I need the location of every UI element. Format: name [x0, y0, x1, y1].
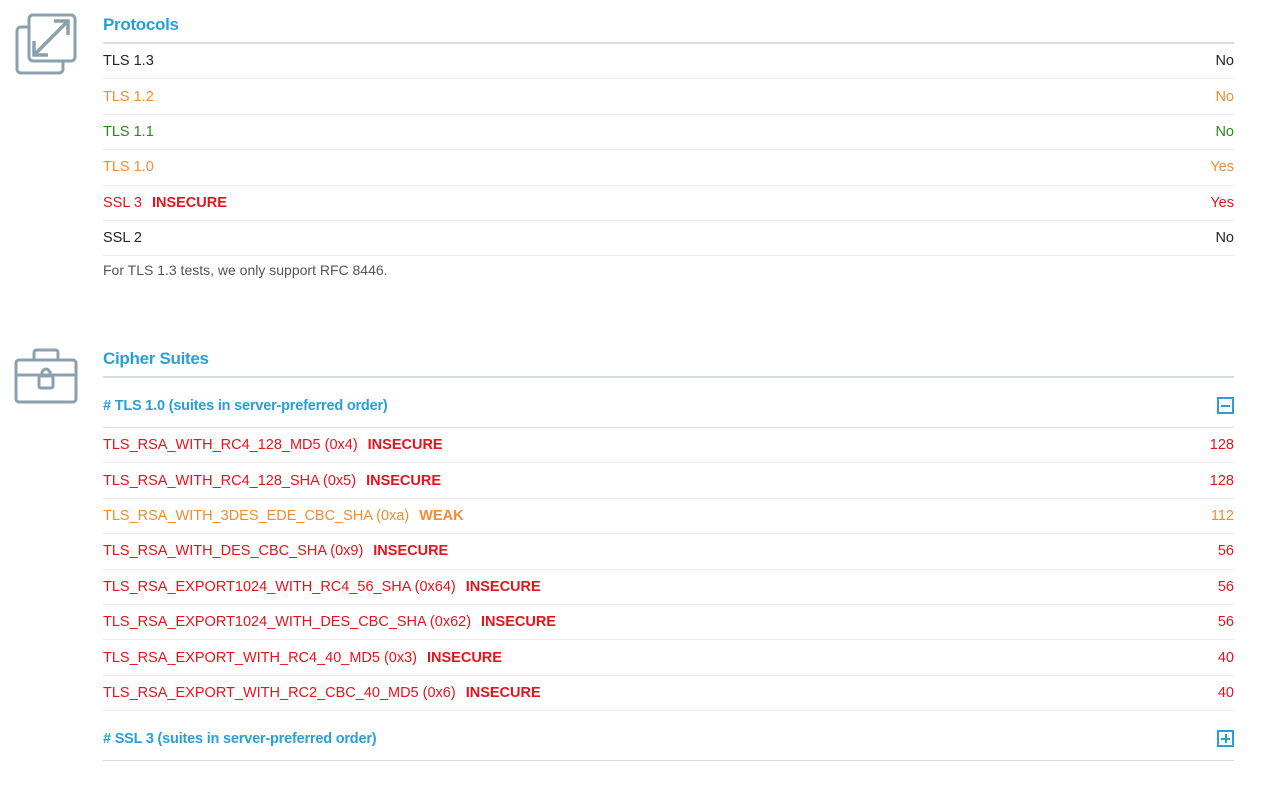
insecure-badge: INSECURE — [366, 472, 441, 489]
protocol-support-value: Yes — [1210, 159, 1234, 176]
protocols-table: TLS 1.3 No TLS 1.2 No TLS 1.1 No TLS 1.0 Yes SSL… — [103, 44, 1234, 257]
protocol-support-value: No — [1215, 53, 1234, 70]
insecure-badge: INSECURE — [151, 194, 227, 211]
protocol-support-value: No — [1215, 230, 1234, 247]
protocols-title: Protocols — [103, 13, 1234, 44]
cipher-suite-name: TLS_RSA_WITH_RC4_128_SHA (0x5) — [103, 472, 357, 489]
cipher-suite-name: TLS_RSA_WITH_RC4_128_MD5 (0x4) — [103, 437, 358, 454]
cipher-suite-name-cell: TLS_RSA_EXPORT1024_WITH_RC4_56_SHA (0x64… — [103, 579, 541, 595]
cipher-suite-name: TLS_RSA_EXPORT1024_WITH_DES_CBC_SHA (0x6… — [103, 614, 472, 631]
protocol-name-cell: SSL 3 INSECURE — [103, 195, 227, 211]
protocol-row: SSL 2 No — [103, 221, 1234, 257]
cipher-group-header[interactable]: # SSL 3 (suites in server-preferred orde… — [103, 711, 1234, 762]
cipher-suite-row: TLS_RSA_WITH_RC4_128_SHA (0x5) INSECURE 12… — [103, 463, 1234, 499]
cipher-suites-title: Cipher Suites — [103, 347, 1234, 378]
cipher-suite-row: TLS_RSA_EXPORT_WITH_RC4_40_MD5 (0x3) INSE… — [103, 640, 1234, 676]
cipher-suite-name: TLS_RSA_EXPORT1024_WITH_RC4_56_SHA (0x64… — [103, 578, 456, 595]
cipher-suite-row: TLS_RSA_EXPORT1024_WITH_RC4_56_SHA (0x64… — [103, 570, 1234, 605]
cipher-suite-name: TLS_RSA_WITH_DES_CBC_SHA (0x9) — [103, 543, 364, 560]
protocol-name-cell: TLS 1.1 — [103, 124, 154, 140]
cipher-suite-row: TLS_RSA_WITH_DES_CBC_SHA (0x9) INSECURE 56 — [103, 534, 1234, 570]
insecure-badge: INSECURE — [427, 649, 502, 666]
weak-badge: WEAK — [419, 507, 464, 524]
cipher-suite-name-cell: TLS_RSA_WITH_RC4_128_MD5 (0x4) INSECURE — [103, 437, 443, 453]
cipher-suite-row: TLS_RSA_WITH_3DES_EDE_CBC_SHA (0xa) WEAK 1… — [103, 499, 1234, 535]
cipher-suites-section: Cipher Suites # TLS 1.0 (suites in serve… — [103, 347, 1234, 762]
cipher-suite-name: TLS_RSA_WITH_3DES_EDE_CBC_SHA (0xa) — [103, 507, 410, 524]
protocol-row: TLS 1.0 Yes — [103, 150, 1234, 186]
locked-briefcase-icon — [14, 348, 78, 412]
insecure-badge: INSECURE — [373, 543, 449, 560]
cipher-suite-bits: 128 — [1209, 437, 1234, 454]
cipher-suite-name-cell: TLS_RSA_EXPORT_WITH_RC2_CBC_40_MD5 (0x6)… — [103, 685, 541, 701]
expand-icon[interactable] — [1217, 730, 1234, 748]
cipher-suite-name: TLS_RSA_EXPORT_WITH_RC2_CBC_40_MD5 (0x6) — [103, 684, 456, 701]
cipher-suite-row: TLS_RSA_WITH_RC4_128_MD5 (0x4) INSECURE 12… — [103, 428, 1234, 464]
cipher-suite-bits: 56 — [1217, 614, 1234, 631]
protocol-row: TLS 1.1 No — [103, 115, 1234, 151]
protocol-name: TLS 1.1 — [103, 123, 154, 140]
protocols-note: For TLS 1.3 tests, we only support RFC 8… — [103, 262, 388, 279]
insecure-badge: INSECURE — [367, 437, 443, 454]
cipher-suite-bits: 40 — [1217, 649, 1234, 666]
protocol-support-value: Yes — [1210, 194, 1234, 211]
insecure-badge: INSECURE — [465, 578, 541, 595]
protocol-name-cell: SSL 2 — [103, 230, 142, 246]
cipher-groups: # TLS 1.0 (suites in server-preferred or… — [103, 378, 1234, 762]
cipher-suite-bits: 56 — [1217, 543, 1234, 560]
cipher-suite-bits: 40 — [1217, 684, 1234, 701]
protocol-name-cell: TLS 1.0 — [103, 159, 154, 175]
cipher-group-label[interactable]: # TLS 1.0 (suites in server-preferred or… — [103, 392, 388, 414]
protocol-name: TLS 1.3 — [103, 53, 154, 70]
protocol-row: SSL 3 INSECURE Yes — [103, 186, 1234, 221]
protocol-row: TLS 1.3 No — [103, 44, 1234, 80]
protocol-name: SSL 2 — [103, 230, 142, 247]
protocol-support-value: No — [1215, 88, 1234, 105]
cipher-suite-name-cell: TLS_RSA_WITH_DES_CBC_SHA (0x9) INSECURE — [103, 543, 448, 559]
protocols-section: Protocols TLS 1.3 No TLS 1.2 No TLS 1.1 No TLS… — [103, 13, 1234, 292]
protocol-name: TLS 1.2 — [103, 88, 154, 105]
cipher-suite-list: TLS_RSA_WITH_RC4_128_MD5 (0x4) INSECURE 12… — [103, 428, 1234, 712]
cipher-suite-row: TLS_RSA_EXPORT1024_WITH_DES_CBC_SHA (0x6… — [103, 605, 1234, 641]
protocol-name-cell: TLS 1.3 — [103, 53, 154, 69]
cipher-group-header[interactable]: # TLS 1.0 (suites in server-preferred or… — [103, 378, 1234, 428]
toggle-bar-horizontal — [1221, 404, 1230, 407]
protocol-name: SSL 3 — [103, 194, 142, 211]
cipher-group-label[interactable]: # SSL 3 (suites in server-preferred orde… — [103, 725, 377, 747]
toggle-bar-vertical — [1224, 734, 1227, 744]
protocol-support-value: No — [1215, 123, 1234, 140]
cipher-suite-bits: 128 — [1209, 472, 1234, 489]
protocol-name-cell: TLS 1.2 — [103, 89, 154, 105]
cipher-suite-name-cell: TLS_RSA_EXPORT_WITH_RC4_40_MD5 (0x3) INSE… — [103, 650, 502, 666]
insecure-badge: INSECURE — [481, 614, 556, 631]
protocol-row: TLS 1.2 No — [103, 79, 1234, 115]
collapse-icon[interactable] — [1217, 397, 1234, 414]
protocol-name: TLS 1.0 — [103, 159, 154, 176]
cipher-suite-bits: 112 — [1210, 507, 1234, 524]
expand-arrows-icon — [14, 13, 78, 77]
cipher-suite-bits: 56 — [1217, 578, 1234, 595]
cipher-suite-name-cell: TLS_RSA_WITH_RC4_128_SHA (0x5) INSECURE — [103, 473, 441, 489]
cipher-suite-row: TLS_RSA_EXPORT_WITH_RC2_CBC_40_MD5 (0x6)… — [103, 676, 1234, 712]
insecure-badge: INSECURE — [465, 684, 541, 701]
cipher-suite-name-cell: TLS_RSA_EXPORT1024_WITH_DES_CBC_SHA (0x6… — [103, 614, 556, 630]
cipher-suite-name-cell: TLS_RSA_WITH_3DES_EDE_CBC_SHA (0xa) WEAK — [103, 508, 464, 524]
cipher-suite-name: TLS_RSA_EXPORT_WITH_RC4_40_MD5 (0x3) — [103, 649, 418, 666]
